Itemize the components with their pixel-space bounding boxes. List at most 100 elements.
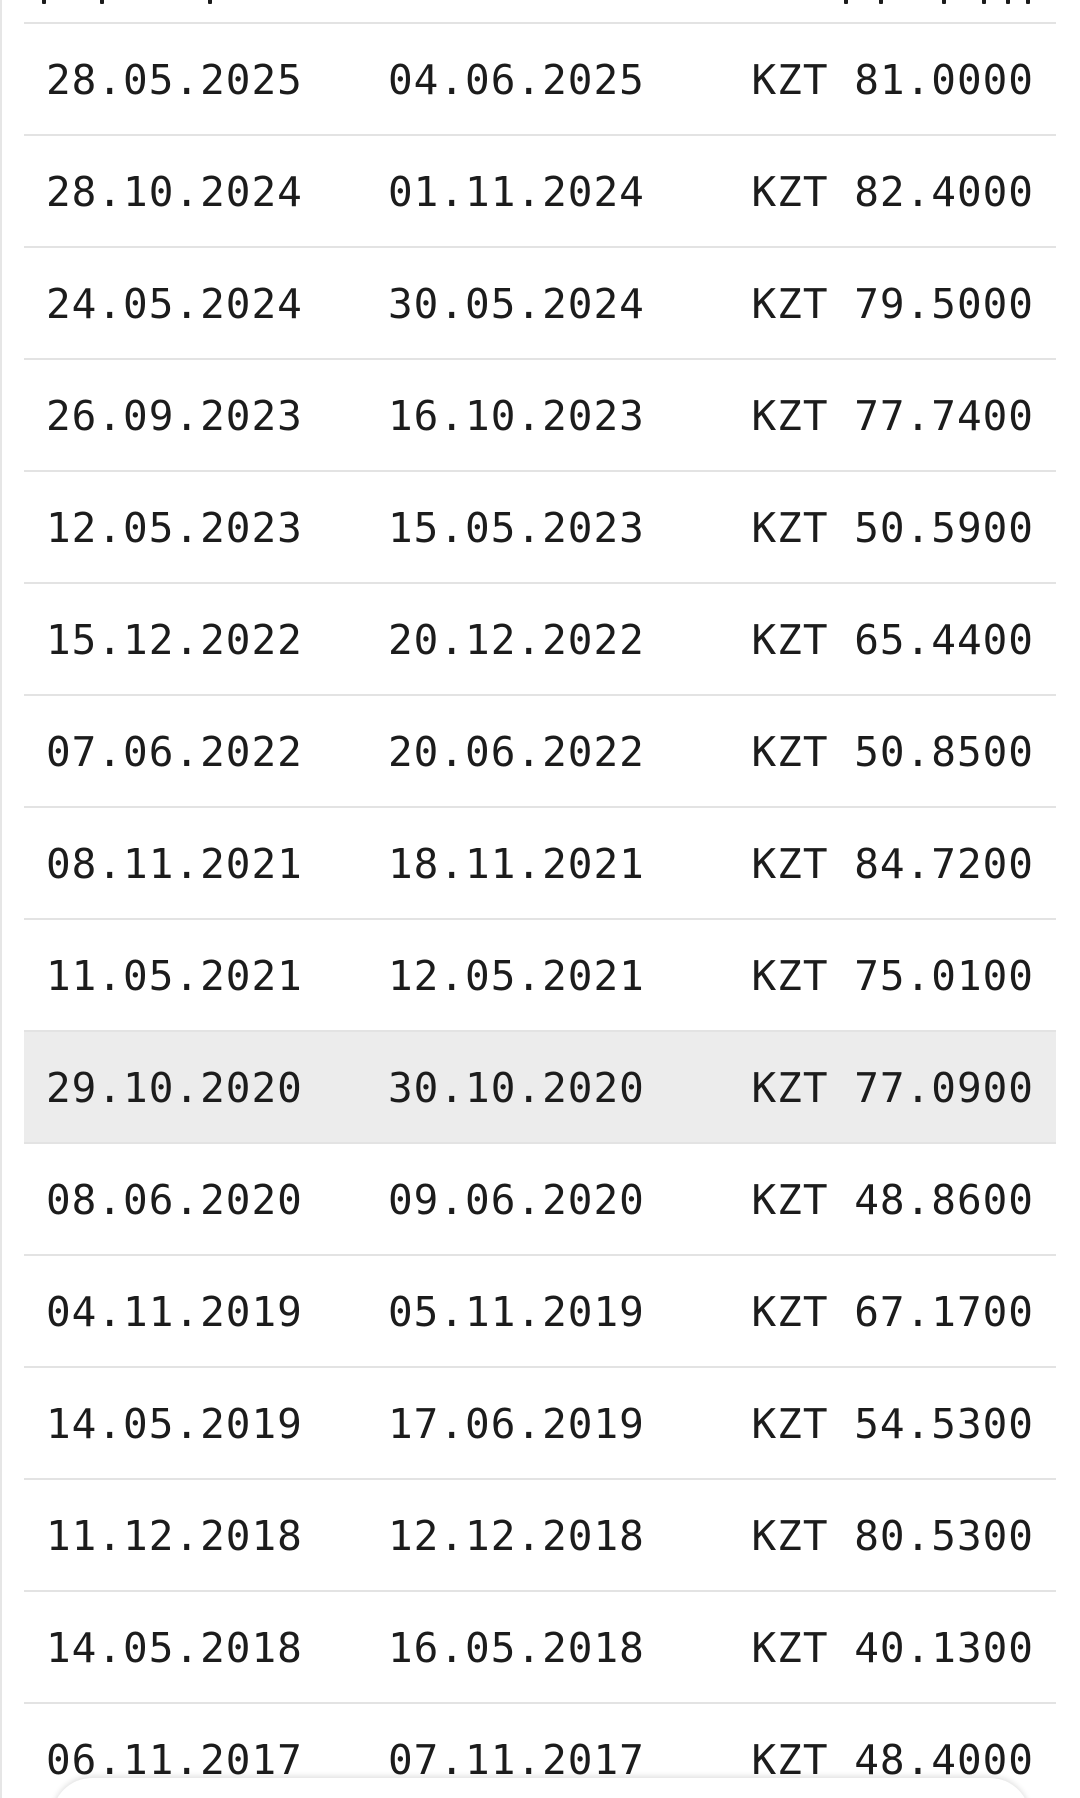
cell-amount: KZT 77.0900 (751, 1032, 1034, 1142)
currency-code: KZT (751, 392, 829, 440)
table-row[interactable]: 28.10.2024 01.11.2024 KZT 82.4000 (24, 136, 1056, 248)
cell-date-1: 14.05.2019 (46, 1400, 303, 1448)
currency-code: KZT (751, 1064, 829, 1112)
amount-value: 50.5900 (854, 504, 1034, 552)
table-row[interactable]: 15.12.2022 20.12.2022 KZT 65.4400 (24, 584, 1056, 696)
amount-value: 77.0900 (854, 1064, 1034, 1112)
cell-date-1: 28.05.2025 (46, 56, 303, 104)
amount-value: 82.4000 (854, 168, 1034, 216)
cell-date-1: 07.06.2022 (46, 728, 303, 776)
currency-code: KZT (751, 504, 829, 552)
cell-amount: KZT 40.1300 (751, 1592, 1034, 1702)
cell-date-1: 12.05.2023 (46, 504, 303, 552)
amount-value: 65.4400 (854, 616, 1034, 664)
header-glyph-fragment (982, 0, 986, 4)
table-header-clipped (24, 0, 1056, 22)
header-glyph-fragment (844, 0, 848, 4)
table-row[interactable]: 24.05.2024 30.05.2024 KZT 79.5000 (24, 248, 1056, 360)
cell-amount: KZT 50.8500 (751, 696, 1034, 806)
cell-amount: KZT 84.7200 (751, 808, 1034, 918)
cell-amount: KZT 65.4400 (751, 584, 1034, 694)
cell-date-2: 20.06.2022 (388, 728, 645, 776)
cell-date-2: 18.11.2021 (388, 840, 645, 888)
amount-value: 67.1700 (854, 1288, 1034, 1336)
header-glyph-fragment (208, 0, 212, 4)
header-glyph-fragment (1006, 0, 1010, 4)
cell-date-2: 17.06.2019 (388, 1400, 645, 1448)
amount-value: 48.4000 (854, 1736, 1034, 1784)
cell-date-2: 04.06.2025 (388, 56, 645, 104)
cell-date-1: 08.06.2020 (46, 1176, 303, 1224)
currency-code: KZT (751, 728, 829, 776)
cell-date-2: 20.12.2022 (388, 616, 645, 664)
cell-date-1: 24.05.2024 (46, 280, 303, 328)
amount-value: 48.8600 (854, 1176, 1034, 1224)
cell-date-2: 30.10.2020 (388, 1064, 645, 1112)
cell-amount: KZT 54.5300 (751, 1368, 1034, 1478)
cell-date-2: 12.05.2021 (388, 952, 645, 1000)
page-left-border (0, 0, 2, 1798)
table-row[interactable]: 11.12.2018 12.12.2018 KZT 80.5300 (24, 1480, 1056, 1592)
header-glyph-fragment (100, 0, 104, 4)
amount-value: 75.0100 (854, 952, 1034, 1000)
cell-date-1: 28.10.2024 (46, 168, 303, 216)
cell-amount: KZT 80.5300 (751, 1480, 1034, 1590)
cell-date-1: 11.05.2021 (46, 952, 303, 1000)
amount-value: 84.7200 (854, 840, 1034, 888)
cell-date-2: 15.05.2023 (388, 504, 645, 552)
table-row[interactable]: 08.11.2021 18.11.2021 KZT 84.7200 (24, 808, 1056, 920)
amount-value: 50.8500 (854, 728, 1034, 776)
cell-date-1: 11.12.2018 (46, 1512, 303, 1560)
currency-code: KZT (751, 1624, 829, 1672)
cell-date-2: 16.10.2023 (388, 392, 645, 440)
cell-amount: KZT 75.0100 (751, 920, 1034, 1030)
table-row[interactable]: 08.06.2020 09.06.2020 KZT 48.8600 (24, 1144, 1056, 1256)
table-row[interactable]: 28.05.2025 04.06.2025 KZT 81.0000 (24, 24, 1056, 136)
header-glyph-fragment (879, 0, 883, 4)
cell-amount: KZT 79.5000 (751, 248, 1034, 358)
cell-amount: KZT 77.7400 (751, 360, 1034, 470)
table-row[interactable]: 04.11.2019 05.11.2019 KZT 67.1700 (24, 1256, 1056, 1368)
amount-value: 77.7400 (854, 392, 1034, 440)
cell-amount: KZT 81.0000 (751, 24, 1034, 134)
cell-date-1: 14.05.2018 (46, 1624, 303, 1672)
cell-date-2: 12.12.2018 (388, 1512, 645, 1560)
cell-date-2: 16.05.2018 (388, 1624, 645, 1672)
cell-date-1: 29.10.2020 (46, 1064, 303, 1112)
cell-date-1: 15.12.2022 (46, 616, 303, 664)
table-row[interactable]: 12.05.2023 15.05.2023 KZT 50.5900 (24, 472, 1056, 584)
cell-date-2: 09.06.2020 (388, 1176, 645, 1224)
cell-date-1: 04.11.2019 (46, 1288, 303, 1336)
table-row[interactable]: 14.05.2019 17.06.2019 KZT 54.5300 (24, 1368, 1056, 1480)
dividend-history-table: 28.05.2025 04.06.2025 KZT 81.0000 28.10.202… (24, 22, 1056, 1798)
amount-value: 81.0000 (854, 56, 1034, 104)
currency-code: KZT (751, 1176, 829, 1224)
table-row[interactable]: 14.05.2018 16.05.2018 KZT 40.1300 (24, 1592, 1056, 1704)
cell-date-2: 01.11.2024 (388, 168, 645, 216)
table-row[interactable]: 07.06.2022 20.06.2022 KZT 50.8500 (24, 696, 1056, 808)
cell-date-2: 05.11.2019 (388, 1288, 645, 1336)
header-glyph-fragment (942, 0, 946, 4)
cell-date-2: 30.05.2024 (388, 280, 645, 328)
currency-code: KZT (751, 1512, 829, 1560)
cell-amount: KZT 50.5900 (751, 472, 1034, 582)
cell-date-1: 26.09.2023 (46, 392, 303, 440)
currency-code: KZT (751, 840, 829, 888)
currency-code: KZT (751, 616, 829, 664)
currency-code: KZT (751, 1400, 829, 1448)
cell-amount: KZT 48.8600 (751, 1144, 1034, 1254)
amount-value: 40.1300 (854, 1624, 1034, 1672)
table-row[interactable]: 26.09.2023 16.10.2023 KZT 77.7400 (24, 360, 1056, 472)
cell-amount: KZT 67.1700 (751, 1256, 1034, 1366)
currency-code: KZT (751, 280, 829, 328)
currency-code: KZT (751, 952, 829, 1000)
table-row[interactable]: 29.10.2020 30.10.2020 KZT 77.0900 (24, 1032, 1056, 1144)
currency-code: KZT (751, 168, 829, 216)
bottom-sheet-edge[interactable] (52, 1778, 1030, 1798)
currency-code: KZT (751, 56, 829, 104)
currency-code: KZT (751, 1736, 829, 1784)
header-glyph-fragment (1026, 0, 1030, 4)
amount-value: 79.5000 (854, 280, 1034, 328)
cell-amount: KZT 82.4000 (751, 136, 1034, 246)
table-row[interactable]: 11.05.2021 12.05.2021 KZT 75.0100 (24, 920, 1056, 1032)
